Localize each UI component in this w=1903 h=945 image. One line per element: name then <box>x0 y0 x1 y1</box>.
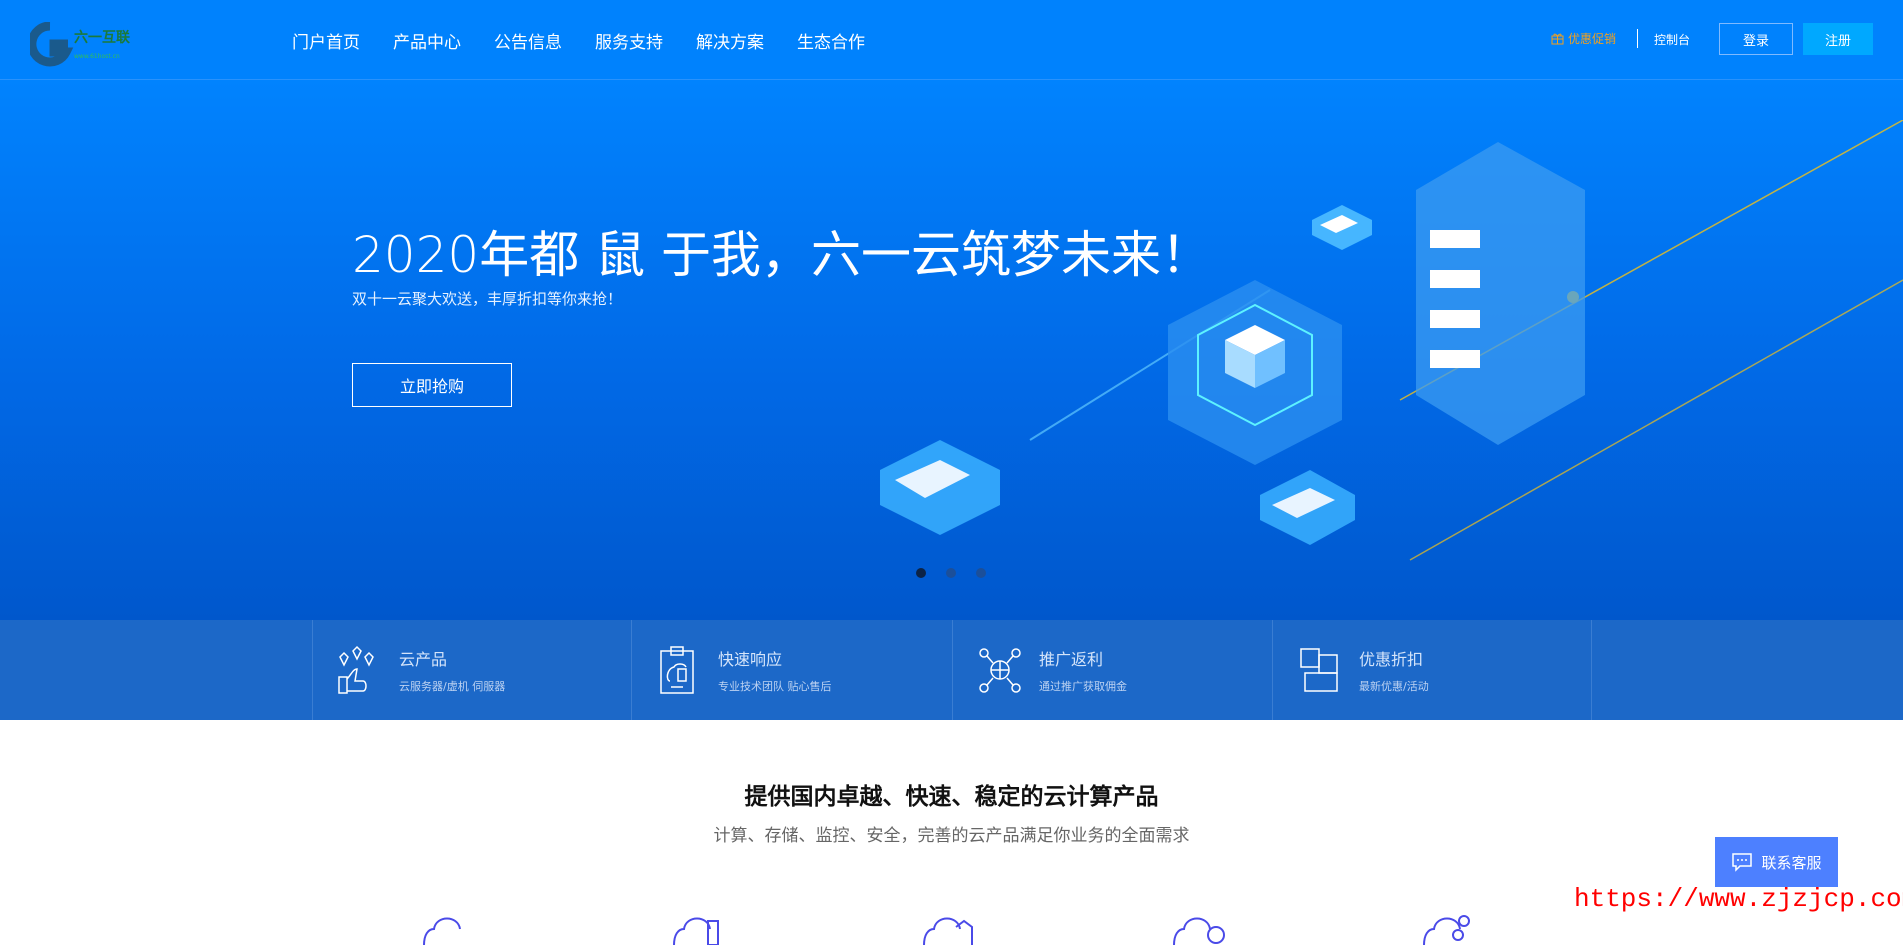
puzzle-icon <box>1300 648 1338 692</box>
feature-fast-response[interactable]: 快速响应专业技术团队 贴心售后 <box>631 620 951 720</box>
nav-support[interactable]: 服务支持 <box>595 28 663 53</box>
svg-text:www.61host.cn: www.61host.cn <box>74 53 120 60</box>
feature-discount[interactable]: 优惠折扣最新优惠/活动 <box>1272 620 1592 720</box>
hero-title: 2020年都 鼠 于我，六一云筑梦未来！ <box>352 226 1212 284</box>
login-button[interactable]: 登录 <box>1719 23 1793 55</box>
feature-desc: 专业技术团队 贴心售后 <box>718 680 832 693</box>
feature-desc: 通过推广获取佣金 <box>1039 680 1127 693</box>
nav-products[interactable]: 产品中心 <box>393 28 461 53</box>
carousel-dot-1[interactable] <box>916 568 926 578</box>
nav-solutions[interactable]: 解决方案 <box>696 28 764 53</box>
promo-link[interactable]: 优惠促销 <box>1551 30 1616 47</box>
divider <box>1591 620 1592 720</box>
feature-referral[interactable]: 推广返利通过推广获取佣金 <box>952 620 1272 720</box>
main-nav: 门户首页 产品中心 公告信息 服务支持 解决方案 生态合作 <box>292 0 898 80</box>
feature-cloud-products[interactable]: 云产品云服务器/虚机 伺服器 <box>312 620 632 720</box>
cloud-products-icon <box>338 645 374 694</box>
cloud-compute-icon <box>423 917 461 945</box>
console-link[interactable]: 控制台 <box>1654 31 1690 48</box>
clipboard-icon <box>660 646 694 694</box>
section-title: 提供国内卓越、快速、稳定的云计算产品 <box>744 784 1159 810</box>
nav-announcements[interactable]: 公告信息 <box>494 28 562 53</box>
feature-title: 云产品 <box>399 650 448 669</box>
cloud-security-icon <box>923 917 973 945</box>
gift-icon <box>1551 33 1564 45</box>
cloud-monitor-icon <box>1173 917 1225 945</box>
hero-banner: 2020年都 鼠 于我，六一云筑梦未来！ 双十一云聚大欢送，丰厚折扣等你来抢！ … <box>0 80 1903 620</box>
feature-strip: 云产品云服务器/虚机 伺服器 快速响应专业技术团队 贴心售后 推广返利通过推广获… <box>0 620 1903 720</box>
feature-title: 推广返利 <box>1039 650 1104 669</box>
carousel-dot-2[interactable] <box>946 568 956 578</box>
carousel-dot-3[interactable] <box>976 568 986 578</box>
contact-support-button[interactable]: 联系客服 <box>1715 837 1838 887</box>
logo[interactable]: 六一互联 www.61host.cn <box>30 22 160 68</box>
section-subtitle: 计算、存储、监控、安全，完善的云产品满足你业务的全面需求 <box>713 826 1190 846</box>
globe-network-icon <box>979 648 1021 693</box>
svg-text:六一互联: 六一互联 <box>74 29 131 46</box>
hero-subtitle: 双十一云聚大欢送，丰厚折扣等你来抢！ <box>352 290 623 308</box>
nav-home[interactable]: 门户首页 <box>292 28 360 53</box>
chat-icon <box>1732 853 1753 872</box>
buy-now-button[interactable]: 立即抢购 <box>352 363 512 407</box>
top-nav-bar: 六一互联 www.61host.cn 门户首页 产品中心 公告信息 服务支持 解… <box>0 0 1903 80</box>
cloud-storage-icon <box>673 917 719 945</box>
hero-illustration <box>880 120 1903 561</box>
nav-partners[interactable]: 生态合作 <box>797 28 865 53</box>
chat-label: 联系客服 <box>1761 853 1822 872</box>
register-button[interactable]: 注册 <box>1803 23 1873 55</box>
watermark: https://www.zjzjcp.com <box>1574 884 1903 914</box>
feature-desc: 云服务器/虚机 伺服器 <box>399 680 506 693</box>
cloud-network-icon <box>1423 915 1470 945</box>
feature-title: 快速响应 <box>718 650 783 669</box>
feature-desc: 最新优惠/活动 <box>1359 680 1429 693</box>
feature-title: 优惠折扣 <box>1359 650 1424 669</box>
divider <box>1637 29 1638 48</box>
carousel-dots <box>916 568 986 578</box>
promo-label: 优惠促销 <box>1568 32 1617 46</box>
